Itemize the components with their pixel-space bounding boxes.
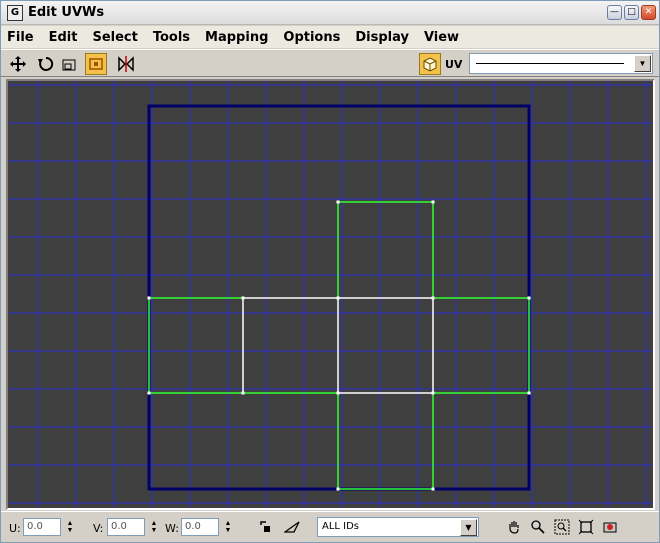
window-title: Edit UVWs (28, 5, 105, 20)
close-icon[interactable]: ✕ (641, 5, 656, 20)
zoom-icon[interactable] (529, 518, 547, 536)
freeform-icon[interactable] (85, 53, 107, 75)
maximize-icon[interactable]: □ (624, 5, 639, 20)
uv-vertex (527, 296, 531, 300)
uv-vertex (336, 487, 340, 491)
filter-icon[interactable] (283, 518, 301, 536)
app-icon: G (7, 4, 23, 21)
u-spinner[interactable]: ▲ ▼ (65, 518, 75, 536)
uv-vertex (431, 296, 435, 300)
window-controls: — □ ✕ (607, 5, 656, 20)
uv-vertex (336, 296, 340, 300)
uv-vertex (336, 200, 340, 204)
status-bar: U: 0.0 ▲ ▼ V: 0.0 ▲ ▼ W: 0.0 ▲ ▼ ALL IDs ▼ (1, 511, 659, 542)
w-spinner[interactable]: ▲ ▼ (223, 518, 233, 536)
u-field[interactable]: 0.0 (23, 518, 61, 536)
toolbar: UV ▼ (1, 49, 659, 77)
pan-hand-icon[interactable] (505, 518, 523, 536)
uv-vertex (147, 391, 151, 395)
chevron-down-icon[interactable]: ▼ (460, 519, 477, 536)
menu-display[interactable]: Display (355, 30, 409, 45)
uv-vertex (431, 200, 435, 204)
uv-channel-select[interactable]: ▼ (469, 53, 653, 74)
ids-select[interactable]: ALL IDs ▼ (317, 517, 479, 537)
menu-edit[interactable]: Edit (49, 30, 78, 45)
zoom-extents-icon[interactable] (577, 518, 595, 536)
uv-canvas[interactable] (8, 81, 653, 508)
menu-select[interactable]: Select (92, 30, 137, 45)
v-label: V: (93, 522, 104, 535)
chevron-down-icon[interactable]: ▼ (634, 55, 651, 72)
uv-vertex (336, 391, 340, 395)
w-field[interactable]: 0.0 (181, 518, 219, 536)
menu-tools[interactable]: Tools (153, 30, 190, 45)
lock-icon[interactable] (257, 518, 275, 536)
mirror-icon[interactable] (115, 53, 137, 75)
menu-bar: File Edit Select Tools Mapping Options D… (1, 26, 659, 48)
uv-vertex (241, 391, 245, 395)
menu-mapping[interactable]: Mapping (205, 30, 268, 45)
w-label: W: (165, 522, 179, 535)
menu-file[interactable]: File (7, 30, 34, 45)
menu-view[interactable]: View (424, 30, 459, 45)
uv-vertex (241, 296, 245, 300)
uv-label: UV (445, 58, 463, 71)
edit-uvws-window: G Edit UVWs — □ ✕ File Edit Select Tools… (0, 0, 660, 543)
uv-texture-icon[interactable] (419, 53, 441, 75)
zoom-selected-icon[interactable] (601, 518, 619, 536)
zoom-region-icon[interactable] (553, 518, 571, 536)
scale-icon[interactable] (59, 53, 81, 75)
title-bar[interactable]: G Edit UVWs — □ ✕ (1, 1, 659, 25)
move-icon[interactable] (7, 53, 29, 75)
v-field[interactable]: 0.0 (107, 518, 145, 536)
ids-value: ALL IDs (322, 521, 360, 532)
uv-viewport[interactable] (6, 79, 655, 510)
uv-vertex (527, 391, 531, 395)
u-label: U: (9, 522, 21, 535)
menu-options[interactable]: Options (283, 30, 340, 45)
rotate-icon[interactable] (35, 53, 57, 75)
uv-vertex (147, 296, 151, 300)
uv-select-line (476, 63, 624, 64)
uv-vertex (431, 391, 435, 395)
uv-vertex (431, 487, 435, 491)
minimize-icon[interactable]: — (607, 5, 622, 20)
v-spinner[interactable]: ▲ ▼ (149, 518, 159, 536)
